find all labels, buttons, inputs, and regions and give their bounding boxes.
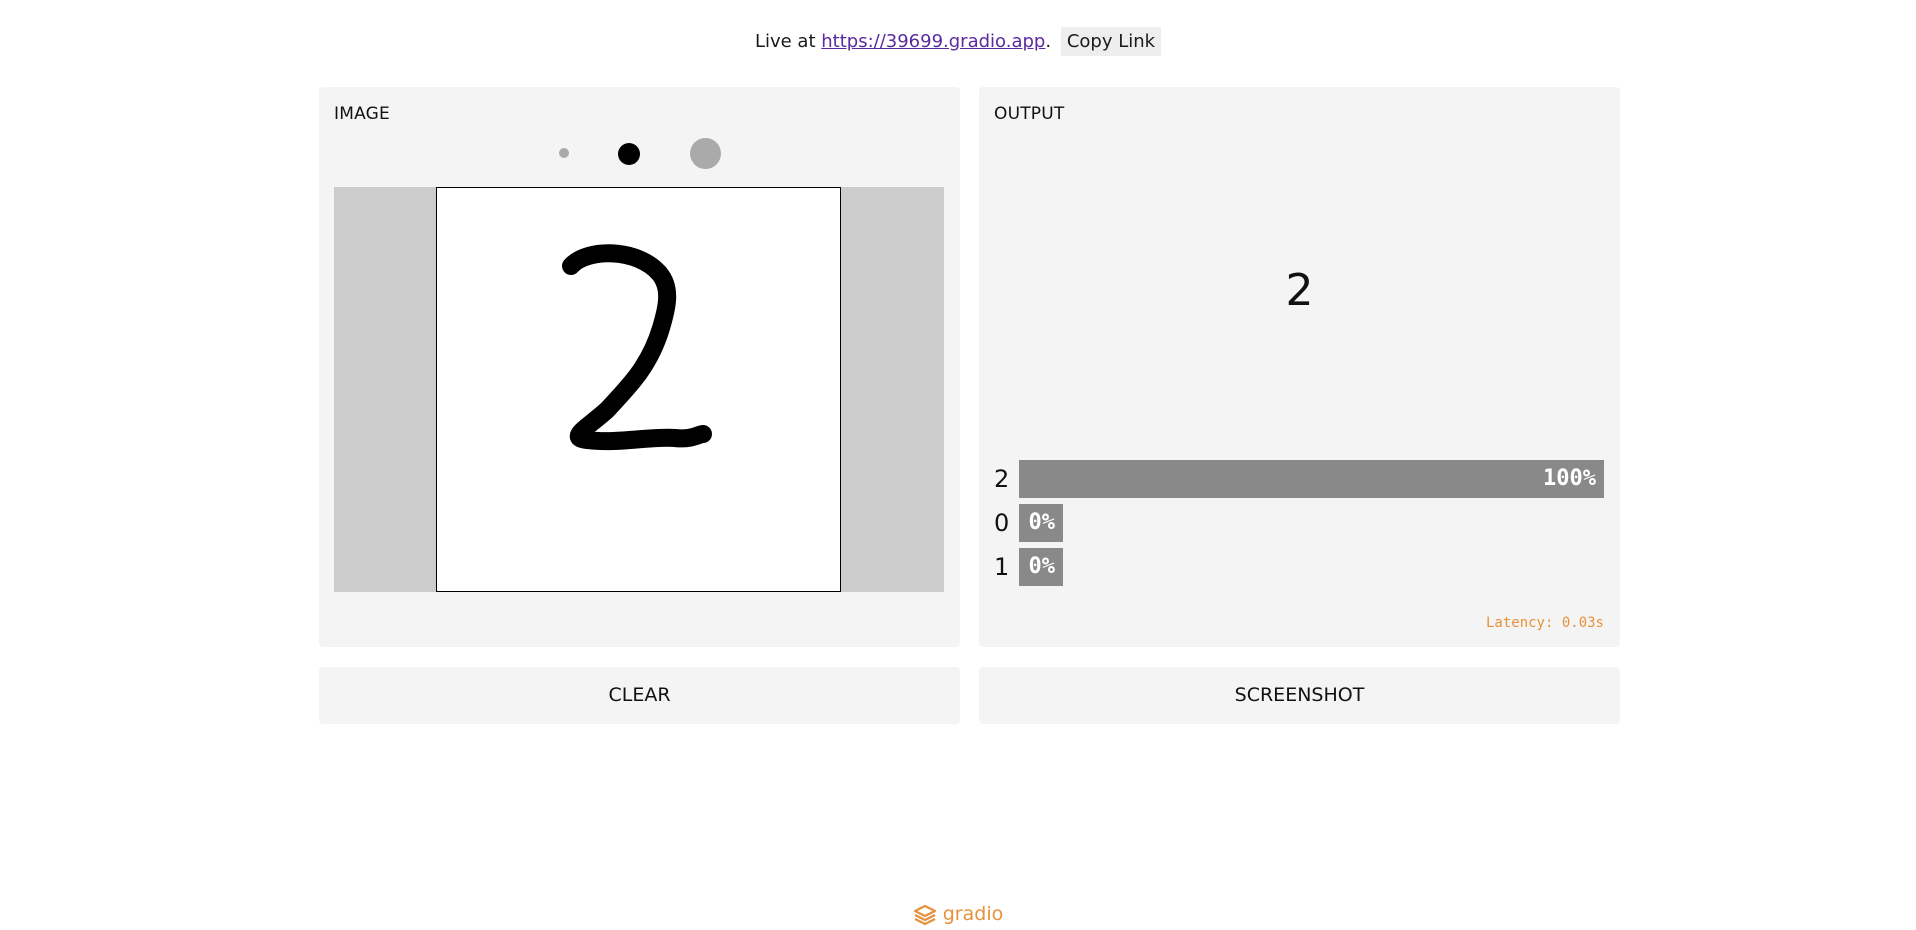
confidence-label: 2: [994, 465, 1010, 493]
sketch-canvas-area: [334, 187, 944, 592]
live-link[interactable]: https://39699.gradio.app: [821, 31, 1045, 52]
latency-text: Latency: 0.03s: [1485, 615, 1604, 631]
confidence-label: 0: [994, 509, 1010, 537]
gradio-logo-icon: [913, 904, 936, 925]
brush-large-icon[interactable]: [690, 138, 721, 169]
confidence-bar: 0%: [1019, 504, 1063, 542]
confidence-percent: 100%: [1543, 466, 1596, 491]
brush-size-selector: [319, 136, 960, 170]
live-link-suffix: .: [1045, 31, 1052, 52]
clear-button[interactable]: CLEAR: [319, 667, 960, 724]
live-prefix: Live at: [754, 31, 816, 52]
output-panel: OUTPUT 2 2 100% 0 0% 1 0% Latency: 0.03s: [979, 87, 1620, 647]
confidence-percent: 0%: [1028, 510, 1056, 535]
confidence-label: 1: [994, 553, 1010, 581]
sketch-canvas[interactable]: [436, 187, 841, 592]
confidence-bar: 0%: [1019, 548, 1063, 586]
confidence-bar: 100%: [1019, 460, 1604, 498]
copy-link-button[interactable]: Copy Link: [1060, 27, 1162, 56]
live-bar: Live at https://39699.gradio.app. Copy L…: [0, 27, 1916, 56]
input-panel-title: IMAGE: [334, 104, 390, 124]
brush-medium-icon[interactable]: [618, 143, 640, 165]
brush-small-icon[interactable]: [559, 148, 569, 158]
confidence-row: 0 0%: [994, 504, 1604, 542]
footer-brand[interactable]: gradio: [0, 903, 1916, 926]
screenshot-button[interactable]: SCREENSHOT: [979, 667, 1620, 724]
input-panel: IMAGE: [319, 87, 960, 647]
output-panel-title: OUTPUT: [994, 104, 1065, 124]
confidence-row: 1 0%: [994, 548, 1604, 586]
confidence-percent: 0%: [1028, 554, 1056, 579]
predicted-label: 2: [1285, 265, 1314, 316]
drawn-stroke: [562, 244, 712, 451]
confidence-row: 2 100%: [994, 460, 1604, 498]
footer-brand-text: gradio: [942, 903, 1004, 925]
